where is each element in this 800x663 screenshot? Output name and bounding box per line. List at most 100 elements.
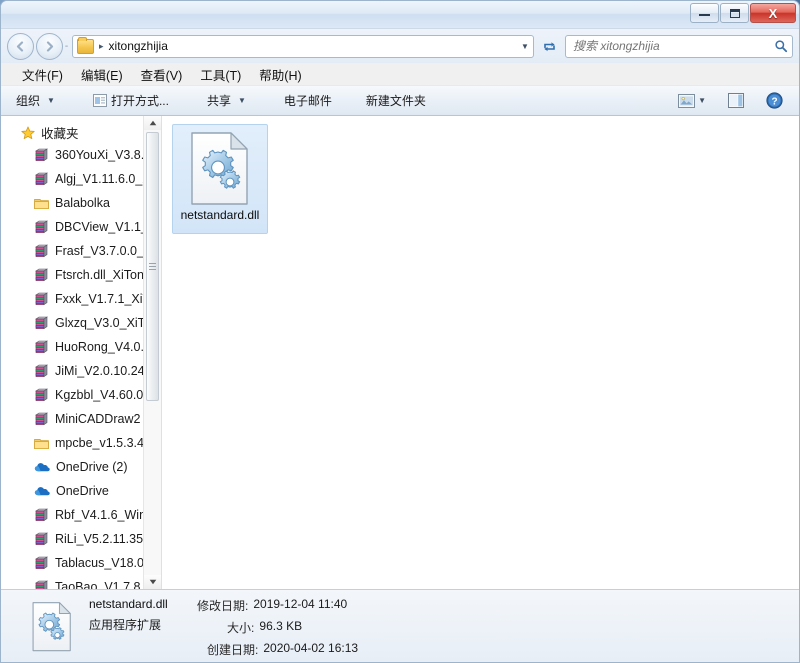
details-file-type: 应用程序扩展	[89, 617, 162, 632]
sidebar-item[interactable]: Frasf_V3.7.0.0_X	[1, 239, 161, 263]
sidebar-item[interactable]: Kgzbbl_V4.60.0	[1, 383, 161, 407]
scrollbar-thumb[interactable]	[146, 132, 159, 401]
details-file-name: netstandard.dll	[89, 596, 168, 611]
sidebar-item[interactable]: Algj_V1.11.6.0_X	[1, 167, 161, 191]
archive-icon	[35, 556, 48, 570]
archive-icon	[35, 268, 48, 282]
menu-view[interactable]: 查看(V)	[132, 63, 192, 86]
navigation-buttons	[7, 32, 63, 60]
sidebar-section-label: 收藏夹	[41, 127, 79, 141]
sidebar-item-label: 360YouXi_V3.8.	[55, 148, 145, 162]
sidebar-item-label: DBCView_V1.1_	[55, 220, 148, 234]
organize-button[interactable]: 组织 ▼	[8, 89, 63, 112]
maximize-button[interactable]	[720, 3, 749, 23]
menu-file[interactable]: 文件(F)	[13, 63, 72, 86]
sidebar-item-label: Frasf_V3.7.0.0_X	[55, 244, 153, 258]
sidebar-item-label: MiniCADDraw2	[55, 412, 141, 426]
explorer-body: 收藏夹 360YouXi_V3.8. Algj_V1.11.6.0_X Bala…	[1, 116, 799, 589]
sidebar-section-favorites[interactable]: 收藏夹	[1, 122, 161, 143]
file-list-area[interactable]: netstandard.dll	[162, 116, 799, 589]
minimize-button[interactable]	[690, 3, 719, 23]
forward-arrow-icon	[46, 40, 54, 52]
close-icon: X	[768, 5, 778, 21]
search-input[interactable]	[566, 39, 770, 53]
scroll-up-button[interactable]	[144, 116, 161, 130]
sidebar-item-label: OneDrive	[56, 484, 109, 498]
open-with-label: 打开方式...	[110, 94, 169, 108]
details-pane: netstandard.dll 应用程序扩展 修改日期: 2019-12-04 …	[1, 589, 799, 662]
refresh-icon	[543, 41, 555, 51]
sidebar-item[interactable]: Balabolka	[1, 191, 161, 215]
back-button[interactable]	[7, 32, 34, 60]
sidebar-item-label: JiMi_V2.0.10.24	[55, 364, 145, 378]
details-modified-value: 2019-12-04 11:40	[253, 596, 348, 611]
file-name-label: netstandard.dll	[180, 208, 260, 222]
preview-pane-button[interactable]	[723, 90, 749, 111]
share-button[interactable]: 共享 ▼	[199, 89, 254, 112]
chevron-down-icon[interactable]: ▼	[517, 42, 533, 51]
details-primary-column: netstandard.dll 应用程序扩展	[89, 597, 189, 658]
sidebar-item[interactable]: Rbf_V4.1.6_Win	[1, 503, 161, 527]
new-folder-button[interactable]: 新建文件夹	[358, 89, 434, 112]
sidebar-item[interactable]: OneDrive (2)	[1, 455, 161, 479]
email-button[interactable]: 电子邮件	[276, 89, 340, 112]
sidebar-item[interactable]: DBCView_V1.1_	[1, 215, 161, 239]
forward-button[interactable]	[36, 32, 63, 60]
archive-icon	[35, 580, 48, 589]
menu-edit[interactable]: 编辑(E)	[72, 63, 132, 86]
archive-icon	[35, 340, 48, 354]
search-box[interactable]	[565, 34, 793, 58]
details-size-value: 96.3 KB	[259, 618, 303, 633]
refresh-button[interactable]	[537, 34, 561, 59]
details-modified-row: 修改日期: 2019-12-04 11:40	[197, 597, 358, 614]
navigation-list: 收藏夹 360YouXi_V3.8. Algj_V1.11.6.0_X Bala…	[1, 116, 161, 589]
archive-icon	[35, 148, 48, 162]
breadcrumb-current[interactable]: xitongzhijia	[109, 39, 168, 53]
email-label: 电子邮件	[283, 94, 332, 108]
sidebar-item-label: Tablacus_V18.0	[55, 556, 144, 570]
sidebar-item[interactable]: Glxzq_V3.0_XiT	[1, 311, 161, 335]
view-mode-button[interactable]: ▼	[673, 91, 711, 111]
chevron-down-icon[interactable]: ▼	[698, 96, 706, 105]
explorer-window: X - ▸ xitongzhijia ▼ 搜索 xitongzhijia 文件(…	[0, 0, 800, 663]
command-toolbar: 组织 ▼ 打开方式... 共享 ▼ 电子邮件 新建文件夹 ▼ ?	[1, 85, 799, 116]
organize-label: 组织	[16, 94, 41, 108]
help-button[interactable]: ?	[761, 89, 788, 112]
sidebar-item[interactable]: JiMi_V2.0.10.24	[1, 359, 161, 383]
menu-tools[interactable]: 工具(T)	[191, 63, 250, 86]
details-modified-key: 修改日期:	[197, 598, 249, 613]
sidebar-item[interactable]: mpcbe_v1.5.3.4	[1, 431, 161, 455]
sidebar-item[interactable]: TaoBao_V1.7.8.	[1, 575, 161, 589]
sidebar-item-label: Algj_V1.11.6.0_X	[55, 172, 151, 186]
dll-icon	[187, 131, 253, 207]
sidebar-item[interactable]: Ftsrch.dll_XiTon	[1, 263, 161, 287]
maximize-icon	[729, 8, 740, 18]
sidebar-item[interactable]: HuoRong_V4.0.	[1, 335, 161, 359]
sidebar-scrollbar[interactable]	[143, 116, 161, 589]
sidebar-item-label: Rbf_V4.1.6_Win	[55, 508, 147, 522]
menu-help[interactable]: 帮助(H)	[250, 63, 310, 86]
open-with-icon	[92, 94, 107, 107]
file-item[interactable]: netstandard.dll	[172, 124, 268, 234]
sidebar-item[interactable]: MiniCADDraw2	[1, 407, 161, 431]
close-button[interactable]: X	[750, 3, 796, 23]
open-with-button[interactable]: 打开方式...	[85, 89, 177, 112]
details-created-row: 创建日期: 2020-04-02 16:13	[197, 641, 358, 658]
sidebar-item[interactable]: 360YouXi_V3.8.	[1, 143, 161, 167]
details-size-key: 大小:	[227, 620, 255, 635]
sidebar-item-label: Balabolka	[55, 196, 110, 210]
archive-icon	[35, 412, 48, 426]
sidebar-item[interactable]: OneDrive	[1, 479, 161, 503]
sidebar-item[interactable]: Fxxk_V1.7.1_XiT	[1, 287, 161, 311]
sidebar-item[interactable]: Tablacus_V18.0	[1, 551, 161, 575]
scroll-down-button[interactable]	[144, 575, 161, 589]
chevron-up-icon	[149, 120, 156, 126]
sidebar-item[interactable]: RiLi_V5.2.11.354	[1, 527, 161, 551]
search-icon[interactable]	[770, 39, 792, 53]
scrollbar-grip	[149, 263, 156, 270]
archive-icon	[35, 508, 48, 522]
dll-icon	[27, 600, 77, 654]
address-input[interactable]: ▸ xitongzhijia ▼	[72, 34, 534, 58]
archive-icon	[35, 244, 48, 258]
folder-icon	[77, 36, 94, 54]
